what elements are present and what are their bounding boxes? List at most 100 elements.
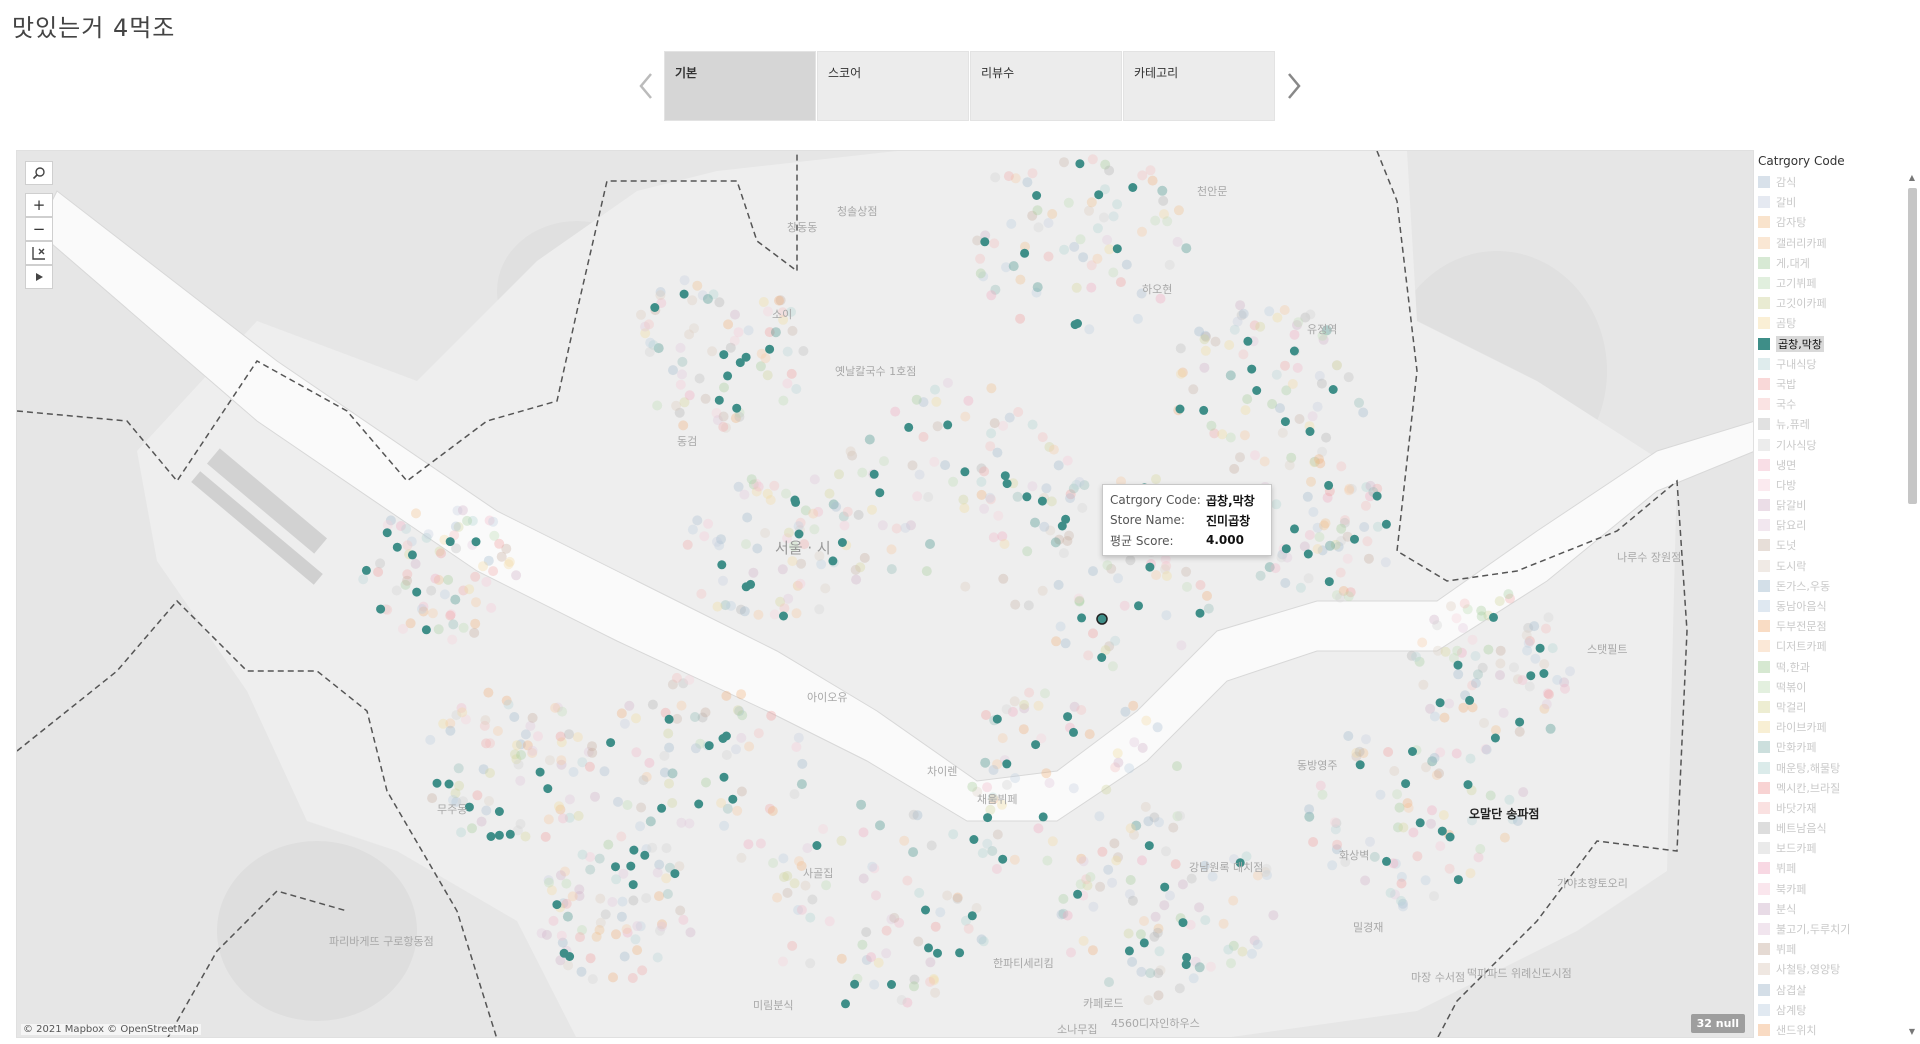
search-icon[interactable] [25,161,53,185]
legend-item[interactable]: 곰탕 [1758,313,1896,333]
store-point-highlighted[interactable] [412,587,422,597]
store-point-highlighted[interactable] [471,537,481,547]
store-point-faded[interactable] [561,898,572,909]
store-point-faded[interactable] [632,945,643,956]
store-point-faded[interactable] [1043,218,1054,228]
store-point-faded[interactable] [1565,666,1575,677]
store-point-faded[interactable] [1073,593,1084,604]
store-point-faded[interactable] [645,337,656,348]
store-point-faded[interactable] [1385,887,1396,898]
store-point-faded[interactable] [562,911,573,922]
store-point-faded[interactable] [1200,345,1211,356]
store-point-faded[interactable] [1475,844,1486,854]
store-point-faded[interactable] [778,853,789,864]
store-point-faded[interactable] [652,952,663,963]
store-point-faded[interactable] [1304,530,1315,540]
store-point-faded[interactable] [736,732,747,743]
store-point-faded[interactable] [1314,454,1324,465]
store-point-faded[interactable] [1358,407,1369,418]
store-point-highlighted[interactable] [565,952,575,961]
store-point-faded[interactable] [1210,336,1221,347]
store-point-faded[interactable] [985,492,995,503]
store-point-highlighted[interactable] [719,350,729,360]
store-point-faded[interactable] [1279,305,1290,315]
store-point-faded[interactable] [1458,702,1469,713]
store-point-highlighted[interactable] [955,948,965,958]
store-point-faded[interactable] [445,610,456,621]
store-point-faded[interactable] [1059,157,1069,168]
store-point-highlighted[interactable] [1489,612,1498,622]
store-point-faded[interactable] [1336,461,1347,472]
store-point-faded[interactable] [675,342,686,353]
store-point-faded[interactable] [814,604,825,615]
store-point-faded[interactable] [1499,832,1510,843]
store-point-faded[interactable] [925,957,936,968]
store-point-highlighted[interactable] [1381,519,1391,529]
store-point-faded[interactable] [772,892,783,903]
store-point-faded[interactable] [768,858,779,868]
store-point-faded[interactable] [699,531,710,542]
store-point-faded[interactable] [471,597,481,608]
store-point-faded[interactable] [988,765,999,775]
store-point-faded[interactable] [1188,973,1199,984]
store-point-faded[interactable] [818,824,829,834]
store-point-faded[interactable] [1473,852,1484,863]
store-point-faded[interactable] [445,725,456,736]
store-point-faded[interactable] [1504,794,1515,805]
store-point-faded[interactable] [1176,640,1187,651]
store-point-faded[interactable] [1277,427,1288,438]
store-point-faded[interactable] [931,396,942,407]
null-indicator[interactable]: 32 null [1690,1014,1745,1033]
store-point-faded[interactable] [700,707,711,718]
store-point-faded[interactable] [742,512,753,523]
store-point-faded[interactable] [1225,370,1236,381]
store-point-faded[interactable] [787,325,798,336]
store-point-faded[interactable] [842,506,853,517]
store-point-faded[interactable] [470,618,481,629]
legend-item[interactable]: 베트남음식 [1758,818,1896,838]
store-point-faded[interactable] [1037,585,1048,596]
store-point-faded[interactable] [1321,432,1332,443]
store-point-faded[interactable] [1112,748,1123,759]
store-point-faded[interactable] [1109,838,1120,849]
store-point-faded[interactable] [1264,306,1275,317]
store-point-highlighted[interactable] [1350,534,1359,544]
store-point-highlighted[interactable] [1070,320,1080,330]
store-point-faded[interactable] [918,431,929,442]
store-point-faded[interactable] [621,924,632,935]
store-point-highlighted[interactable] [1252,386,1262,395]
store-point-faded[interactable] [913,936,924,947]
store-point-highlighted[interactable] [1022,492,1032,502]
store-point-faded[interactable] [1137,855,1147,866]
store-point-faded[interactable] [694,373,705,384]
store-point-faded[interactable] [1458,623,1468,633]
scroll-thumb[interactable] [1908,188,1917,504]
store-point-highlighted[interactable] [1490,733,1500,743]
store-point-faded[interactable] [821,880,832,891]
store-point-faded[interactable] [923,492,934,502]
store-point-faded[interactable] [1152,722,1163,733]
store-point-faded[interactable] [659,750,670,761]
store-point-faded[interactable] [1086,282,1097,293]
store-point-faded[interactable] [684,390,695,401]
store-point-faded[interactable] [733,327,744,338]
store-point-faded[interactable] [1107,661,1118,672]
legend-item[interactable]: 사철탕,영양탕 [1758,959,1896,979]
store-point-faded[interactable] [1182,581,1192,592]
legend-item[interactable]: 감자탕 [1758,212,1896,232]
store-point-faded[interactable] [824,916,835,927]
store-point-faded[interactable] [998,573,1009,584]
store-point-highlighted[interactable] [741,582,751,592]
store-point-highlighted[interactable] [1160,882,1170,892]
store-point-highlighted[interactable] [1112,244,1122,254]
store-point-faded[interactable] [427,608,438,619]
store-point-faded[interactable] [1150,215,1161,226]
store-point-faded[interactable] [677,369,687,380]
store-point-faded[interactable] [1529,621,1540,632]
store-map[interactable]: 창동동 청솔상점 천안문 소이 하오현 옛날칼국수 1호점 유정역 동검 서울 … [16,150,1754,1038]
store-point-faded[interactable] [1181,566,1192,577]
store-point-highlighted[interactable] [1372,491,1382,501]
store-point-faded[interactable] [1343,731,1354,741]
store-point-highlighted[interactable] [704,741,714,751]
store-point-faded[interactable] [770,327,781,338]
